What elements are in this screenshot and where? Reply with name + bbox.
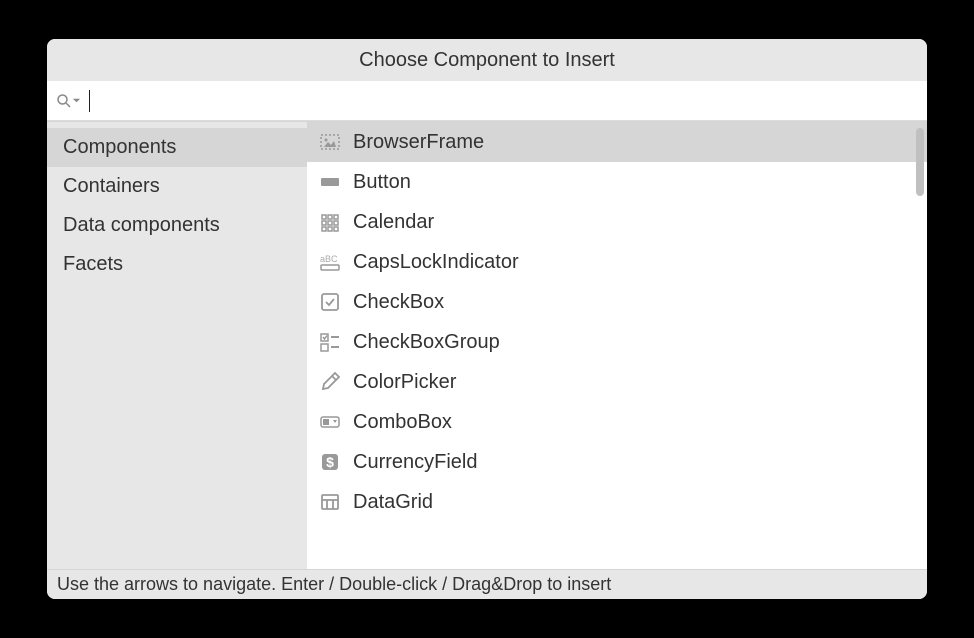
checkbox-icon [317, 289, 343, 315]
footer-hint-bar: Use the arrows to navigate. Enter / Doub… [47, 569, 927, 599]
sidebar-item-label: Facets [63, 253, 123, 275]
sidebar-item-containers[interactable]: Containers [47, 167, 307, 206]
svg-text:aBC: aBC [320, 254, 338, 264]
list-item-label: Calendar [353, 211, 434, 234]
sidebar-item-label: Data components [63, 214, 220, 236]
list-item-checkbox[interactable]: CheckBox [307, 282, 927, 322]
capslock-icon: aBC [317, 249, 343, 275]
list-item-label: CheckBox [353, 291, 444, 314]
list-item-label: ColorPicker [353, 371, 456, 394]
list-item-capslockindicator[interactable]: aBC CapsLockIndicator [307, 242, 927, 282]
sidebar-item-data-components[interactable]: Data components [47, 206, 307, 245]
sidebar-item-components[interactable]: Components [47, 128, 307, 167]
dialog-window: Choose Component to Insert Components Co… [47, 39, 927, 599]
calendar-icon [317, 209, 343, 235]
list-item-label: CapsLockIndicator [353, 251, 519, 274]
content-area: Components Containers Data components Fa… [47, 121, 927, 569]
list-item-label: CheckBoxGroup [353, 331, 500, 354]
color-picker-icon [317, 369, 343, 395]
titlebar: Choose Component to Insert [47, 39, 927, 81]
combobox-icon [317, 409, 343, 435]
list-item-button[interactable]: Button [307, 162, 927, 202]
list-item-label: CurrencyField [353, 451, 477, 474]
datagrid-icon [317, 489, 343, 515]
sidebar-item-label: Containers [63, 175, 160, 197]
list-item-checkboxgroup[interactable]: CheckBoxGroup [307, 322, 927, 362]
footer-hint: Use the arrows to navigate. Enter / Doub… [57, 574, 611, 595]
scrollbar-thumb[interactable] [916, 128, 924, 196]
list-item-label: BrowserFrame [353, 131, 484, 154]
list-item-combobox[interactable]: ComboBox [307, 402, 927, 442]
svg-text:$: $ [326, 454, 334, 470]
sidebar-item-label: Components [63, 136, 176, 158]
dialog-title: Choose Component to Insert [359, 49, 615, 72]
list-item-label: Button [353, 171, 411, 194]
currency-icon: $ [317, 449, 343, 475]
list-item-label: ComboBox [353, 411, 452, 434]
search-input[interactable] [90, 81, 919, 120]
button-icon [317, 169, 343, 195]
search-bar [47, 81, 927, 121]
component-list-panel: BrowserFrame Button [307, 122, 927, 569]
list-item-datagrid[interactable]: DataGrid [307, 482, 927, 522]
category-sidebar: Components Containers Data components Fa… [47, 122, 307, 569]
list-item-calendar[interactable]: Calendar [307, 202, 927, 242]
list-item-label: DataGrid [353, 491, 433, 514]
sidebar-item-facets[interactable]: Facets [47, 245, 307, 284]
component-list: BrowserFrame Button [307, 122, 927, 569]
search-icon[interactable] [55, 92, 81, 110]
list-item-colorpicker[interactable]: ColorPicker [307, 362, 927, 402]
list-item-browserframe[interactable]: BrowserFrame [307, 122, 927, 162]
browser-frame-icon [317, 129, 343, 155]
checkbox-group-icon [317, 329, 343, 355]
list-item-currencyfield[interactable]: $ CurrencyField [307, 442, 927, 482]
